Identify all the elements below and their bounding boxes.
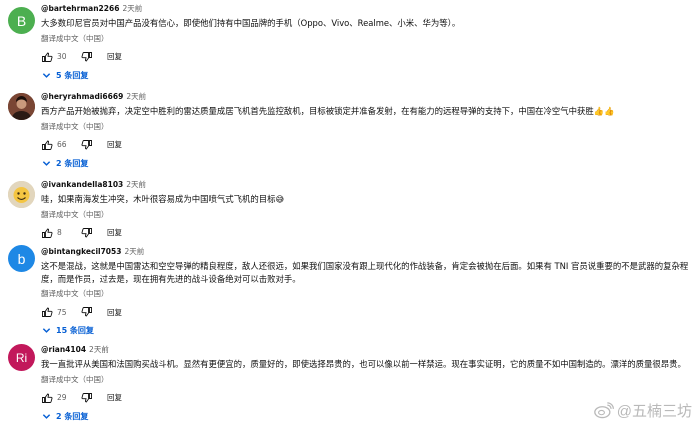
avatar-letter: Ri — [15, 350, 28, 365]
comment-time[interactable]: 2天前 — [89, 345, 109, 354]
reply-button[interactable]: 回复 — [107, 307, 122, 318]
translate-link[interactable]: 翻译成中文（中国） — [41, 34, 694, 44]
profile-photo-icon — [8, 181, 35, 208]
thumb-up-icon — [42, 393, 53, 403]
comment-text: 这不是混战，这就是中国雷达和空空导弹的精良程度，敌人还很远，如果我们国家没有跟上… — [41, 261, 689, 284]
comment-text: 哇，如果南海发生冲突，木叶很容易成为中国喷气式飞机的目标😅 — [41, 194, 285, 204]
like-count: 30 — [57, 52, 67, 61]
dislike-button[interactable] — [81, 139, 93, 151]
chevron-down-icon — [42, 72, 51, 78]
replies-label: 2 条回复 — [56, 411, 89, 421]
like-button[interactable] — [41, 392, 53, 404]
chevron-down-icon — [42, 328, 51, 333]
like-button[interactable] — [41, 227, 53, 239]
like-button[interactable] — [41, 306, 53, 318]
view-replies-button[interactable]: 5 条回复 — [42, 70, 694, 81]
comment-author[interactable]: @bartehrman2266 — [41, 4, 119, 13]
chevron-down-icon — [42, 413, 51, 419]
comment-author[interactable]: @heryrahmadi6669 — [41, 92, 123, 101]
reply-button[interactable]: 回复 — [107, 51, 122, 62]
thumb-up-icon — [42, 140, 53, 150]
reply-button[interactable]: 回复 — [107, 227, 122, 238]
avatar-letter: B — [16, 12, 27, 29]
avatar-letter: b — [17, 250, 26, 267]
avatar[interactable] — [8, 181, 35, 208]
thumb-down-icon — [81, 392, 92, 402]
comment-text: 我一直批评从美国和法国购买战斗机。显然有更便宜的，质量好的，即使选择昂贵的，也可… — [41, 359, 686, 369]
view-replies-button[interactable]: 15 条回复 — [42, 325, 694, 336]
like-button[interactable] — [41, 51, 53, 63]
avatar[interactable]: Ri — [8, 344, 35, 371]
thumb-down-icon — [81, 51, 92, 61]
comment-text: 西方产品开始被抛弃，决定空中胜利的雷达质量成居飞机首先监控敌机，目标被锁定并准备… — [41, 106, 615, 116]
avatar[interactable] — [8, 93, 35, 120]
reply-button[interactable]: 回复 — [107, 139, 122, 150]
thumb-down-icon — [81, 227, 92, 237]
weibo-logo-icon — [593, 402, 614, 419]
thumb-down-icon — [81, 139, 92, 149]
like-count: 66 — [57, 140, 67, 149]
like-count: 8 — [57, 228, 62, 237]
watermark: @五楠三坊 — [593, 400, 692, 421]
translate-link[interactable]: 翻译成中文（中国） — [41, 289, 694, 299]
translate-link[interactable]: 翻译成中文（中国） — [41, 375, 694, 385]
dislike-button[interactable] — [81, 51, 93, 63]
thumb-up-icon — [42, 228, 53, 238]
replies-label: 2 条回复 — [56, 158, 89, 168]
view-replies-button[interactable]: 2 条回复 — [42, 158, 694, 169]
like-count: 29 — [57, 393, 67, 402]
thumb-up-icon — [42, 307, 53, 317]
like-count: 75 — [57, 307, 67, 317]
comment-author[interactable]: @bintangkecil7053 — [41, 247, 121, 256]
avatar[interactable]: b — [8, 245, 35, 272]
comment-time[interactable]: 2天前 — [126, 92, 146, 101]
replies-label: 15 条回复 — [56, 326, 94, 335]
comment-time[interactable]: 2天前 — [122, 4, 142, 13]
replies-label: 5 条回复 — [56, 70, 89, 80]
dislike-button[interactable] — [81, 306, 93, 318]
comment-time[interactable]: 2天前 — [126, 180, 146, 189]
thumb-down-icon — [81, 307, 92, 317]
avatar[interactable]: B — [8, 7, 35, 34]
comment-text: 大多数印尼官员对中国产品没有信心，即使他们持有中国品牌的手机（Oppo、Vivo… — [41, 18, 461, 28]
profile-photo-icon — [8, 93, 35, 120]
translate-link[interactable]: 翻译成中文（中国） — [41, 210, 694, 220]
thumb-up-icon — [42, 52, 53, 62]
comment-author[interactable]: @rian4104 — [41, 345, 86, 354]
chevron-down-icon — [42, 160, 51, 166]
dislike-button[interactable] — [81, 227, 93, 239]
dislike-button[interactable] — [81, 392, 93, 404]
translate-link[interactable]: 翻译成中文（中国） — [41, 122, 694, 132]
comment-time[interactable]: 2天前 — [124, 247, 144, 256]
reply-button[interactable]: 回复 — [107, 392, 122, 403]
watermark-text: @五楠三坊 — [616, 403, 692, 420]
comment-author[interactable]: @ivankandella8103 — [41, 180, 123, 189]
like-button[interactable] — [41, 139, 53, 151]
